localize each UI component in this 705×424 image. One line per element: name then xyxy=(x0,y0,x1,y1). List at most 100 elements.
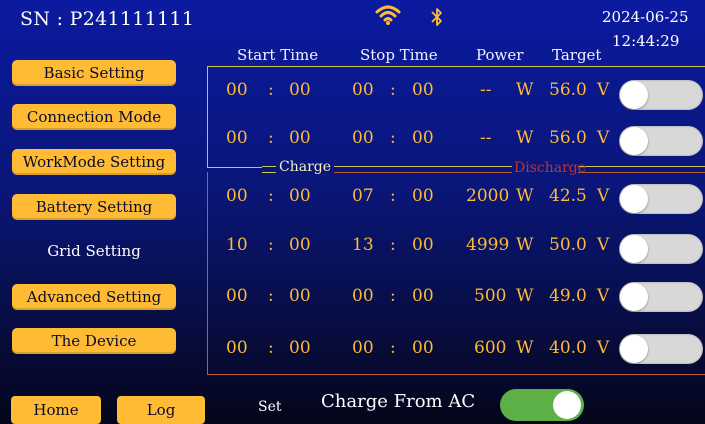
start-minute[interactable]: 00 xyxy=(289,286,311,306)
target-unit: V xyxy=(597,80,610,100)
target-value[interactable]: 49.0 xyxy=(549,286,587,306)
stop-time-header: Stop Time xyxy=(360,46,438,64)
target-value[interactable]: 56.0 xyxy=(549,128,587,148)
toggle-knob xyxy=(620,81,648,109)
power-value[interactable]: 4999 xyxy=(466,235,509,255)
stop-minute[interactable]: 00 xyxy=(412,286,434,306)
divider xyxy=(578,166,705,167)
stop-minute[interactable]: 00 xyxy=(412,186,434,206)
schedule-row: 10 : 00 13 : 00 4999 W 50.0 V xyxy=(0,234,705,265)
charge-from-ac-toggle[interactable] xyxy=(500,389,584,421)
power-unit: W xyxy=(516,235,534,255)
target-unit: V xyxy=(597,235,610,255)
schedule-row: 00 : 00 00 : 00 -- W 56.0 V xyxy=(0,80,705,110)
set-button[interactable]: Set xyxy=(258,399,282,415)
start-minute[interactable]: 00 xyxy=(289,186,311,206)
row-enable-toggle[interactable] xyxy=(619,80,703,110)
power-value[interactable]: 2000 xyxy=(466,186,509,206)
schedule-row: 00 : 00 00 : 00 600 W 40.0 V xyxy=(0,334,705,368)
target-value[interactable]: 40.0 xyxy=(549,338,587,358)
start-hour[interactable]: 00 xyxy=(226,186,248,206)
time-separator: : xyxy=(268,128,274,148)
time-separator: : xyxy=(268,186,274,206)
time-separator: : xyxy=(268,80,274,100)
power-unit: W xyxy=(516,186,534,206)
toggle-knob xyxy=(620,127,648,155)
target-value[interactable]: 56.0 xyxy=(549,80,587,100)
serial-number: SN : P241111111 xyxy=(20,8,195,30)
power-value[interactable]: 500 xyxy=(474,286,506,306)
target-header: Target xyxy=(552,46,602,64)
stop-hour[interactable]: 07 xyxy=(352,186,374,206)
log-button[interactable]: Log xyxy=(117,396,205,424)
schedule-row: 00 : 00 00 : 00 500 W 49.0 V xyxy=(0,282,705,316)
date-display: 2024-06-25 xyxy=(602,8,689,26)
divider xyxy=(262,166,276,167)
stop-minute[interactable]: 00 xyxy=(412,235,434,255)
time-separator: : xyxy=(268,235,274,255)
time-separator: : xyxy=(390,80,396,100)
row-enable-toggle[interactable] xyxy=(619,234,703,264)
target-unit: V xyxy=(597,338,610,358)
schedule-row: 00 : 00 00 : 00 -- W 56.0 V xyxy=(0,126,705,158)
row-enable-toggle[interactable] xyxy=(619,126,703,156)
divider xyxy=(334,166,512,167)
power-unit: W xyxy=(516,338,534,358)
power-value[interactable]: -- xyxy=(480,80,492,100)
row-enable-toggle[interactable] xyxy=(619,334,703,364)
power-unit: W xyxy=(516,286,534,306)
charge-frame-top xyxy=(207,66,705,67)
time-separator: : xyxy=(268,286,274,306)
time-separator: : xyxy=(390,128,396,148)
target-value[interactable]: 50.0 xyxy=(549,235,587,255)
toggle-knob xyxy=(620,335,648,363)
start-minute[interactable]: 00 xyxy=(289,128,311,148)
start-hour[interactable]: 00 xyxy=(226,80,248,100)
start-time-header: Start Time xyxy=(237,46,319,64)
target-value[interactable]: 42.5 xyxy=(549,186,587,206)
charge-from-ac-label: Charge From AC xyxy=(321,391,476,412)
start-hour[interactable]: 10 xyxy=(226,235,248,255)
start-minute[interactable]: 00 xyxy=(289,235,311,255)
row-enable-toggle[interactable] xyxy=(619,184,703,214)
target-unit: V xyxy=(597,286,610,306)
discharge-section-label: Discharge xyxy=(514,160,587,176)
target-unit: V xyxy=(597,128,610,148)
time-display: 12:44:29 xyxy=(612,32,680,50)
power-value[interactable]: -- xyxy=(480,128,492,148)
toggle-knob xyxy=(620,235,648,263)
toggle-knob xyxy=(620,283,648,311)
bluetooth-icon xyxy=(431,8,442,26)
row-enable-toggle[interactable] xyxy=(619,282,703,312)
time-separator: : xyxy=(390,338,396,358)
time-separator: : xyxy=(390,235,396,255)
time-separator: : xyxy=(390,186,396,206)
stop-minute[interactable]: 00 xyxy=(412,338,434,358)
power-unit: W xyxy=(516,128,534,148)
stop-hour[interactable]: 13 xyxy=(352,235,374,255)
start-minute[interactable]: 00 xyxy=(289,80,311,100)
target-unit: V xyxy=(597,186,610,206)
wifi-icon xyxy=(375,5,401,25)
toggle-knob xyxy=(620,185,648,213)
charge-section-label: Charge xyxy=(279,159,332,175)
power-value[interactable]: 600 xyxy=(474,338,506,358)
power-unit: W xyxy=(516,80,534,100)
charge-frame-bottom xyxy=(207,167,262,168)
time-separator: : xyxy=(390,286,396,306)
stop-minute[interactable]: 00 xyxy=(412,80,434,100)
schedule-row: 00 : 00 07 : 00 2000 W 42.5 V xyxy=(0,184,705,216)
stop-hour[interactable]: 00 xyxy=(352,128,374,148)
start-hour[interactable]: 00 xyxy=(226,286,248,306)
time-separator: : xyxy=(268,338,274,358)
stop-hour[interactable]: 00 xyxy=(352,338,374,358)
start-hour[interactable]: 00 xyxy=(226,128,248,148)
stop-hour[interactable]: 00 xyxy=(352,80,374,100)
toggle-knob xyxy=(553,391,581,419)
power-header: Power xyxy=(476,46,524,64)
stop-hour[interactable]: 00 xyxy=(352,286,374,306)
start-hour[interactable]: 00 xyxy=(226,338,248,358)
home-button[interactable]: Home xyxy=(11,396,101,424)
start-minute[interactable]: 00 xyxy=(289,338,311,358)
stop-minute[interactable]: 00 xyxy=(412,128,434,148)
